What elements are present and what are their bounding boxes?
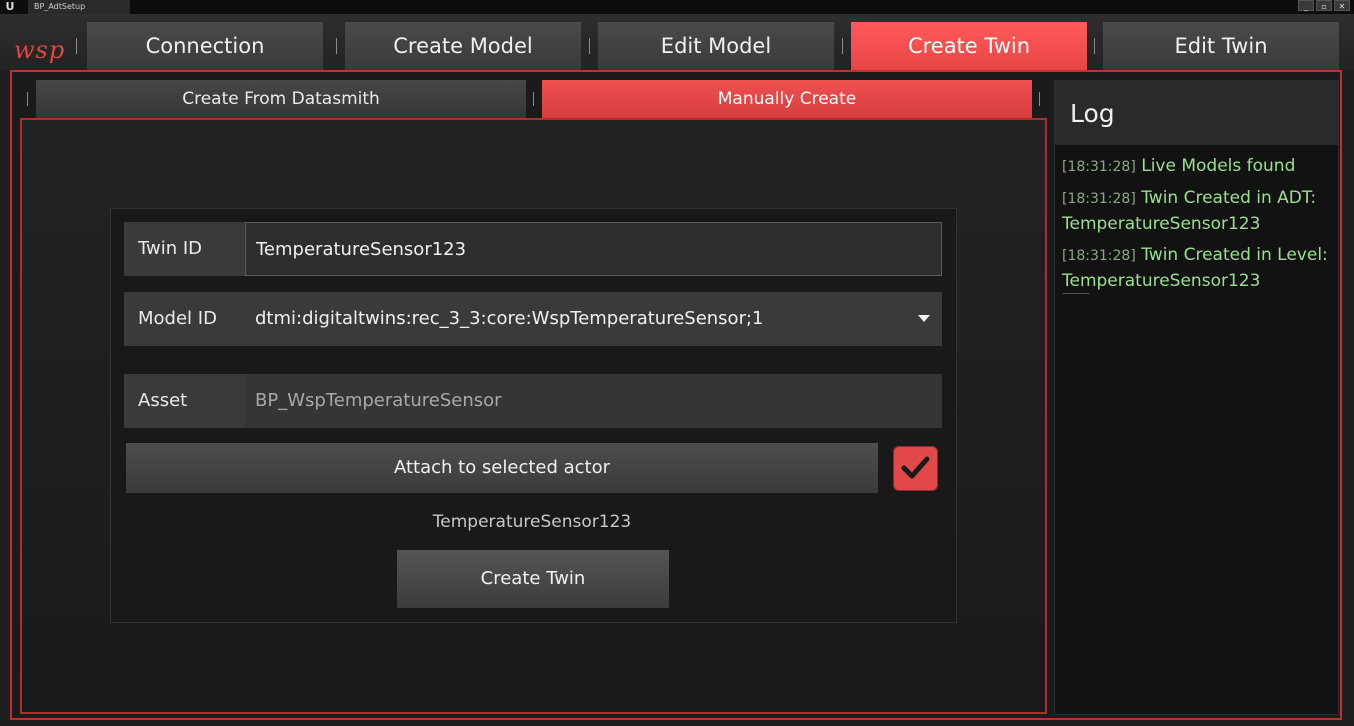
window-titlebar: U BP_AdtSetup _ ▫ ✕ (0, 0, 1354, 14)
log-entry: [18:31:28] Twin Created in ADT: Temperat… (1062, 186, 1334, 237)
checkmark-icon (901, 456, 930, 479)
model-id-selected-value: dtmi:digitaltwins:rec_3_3:core:WspTemper… (255, 308, 764, 329)
log-header: Log (1055, 81, 1338, 145)
asset-value: BP_WspTemperatureSensor (245, 374, 942, 428)
create-twin-button[interactable]: Create Twin (397, 550, 669, 608)
window-controls: _ ▫ ✕ (1298, 0, 1350, 12)
minimize-button[interactable]: _ (1298, 0, 1314, 11)
log-entry-time: [18:31:28] (1062, 159, 1136, 175)
asset-label: Asset (124, 374, 245, 428)
window-tab[interactable]: BP_AdtSetup (28, 0, 130, 14)
twin-id-row: Twin ID TemperatureSensor123 (124, 222, 942, 276)
subtab-separator (27, 92, 28, 106)
main-tab-bar: wsp Connection Create Model Edit Model C… (0, 14, 1354, 70)
tab-separator (336, 38, 337, 54)
tab-connection[interactable]: Connection (87, 22, 323, 70)
log-entry-time: [18:31:28] (1062, 248, 1136, 264)
close-button[interactable]: ✕ (1334, 0, 1350, 11)
log-panel: Log [18:31:28] Live Models found [18:31:… (1054, 80, 1339, 715)
model-id-label: Model ID (124, 292, 245, 346)
chevron-down-icon (918, 315, 930, 322)
log-title: Log (1070, 99, 1115, 128)
log-entry-message: Live Models found (1141, 156, 1296, 176)
subtab-separator (533, 92, 534, 106)
attach-checkbox[interactable] (893, 446, 938, 491)
twin-id-input[interactable]: TemperatureSensor123 (245, 222, 942, 276)
wsp-logo: wsp (14, 36, 66, 64)
log-entries[interactable]: [18:31:28] Live Models found [18:31:28] … (1062, 154, 1334, 300)
model-id-dropdown[interactable]: dtmi:digitaltwins:rec_3_3:core:WspTemper… (245, 292, 942, 346)
tab-separator (76, 38, 77, 54)
tab-separator (1094, 38, 1095, 54)
model-id-row: Model ID dtmi:digitaltwins:rec_3_3:core:… (124, 292, 942, 346)
tab-separator (589, 38, 590, 54)
log-entry: [18:31:28] Live Models found (1062, 154, 1334, 180)
log-entry-time: [18:31:28] (1062, 191, 1136, 207)
subtab-create-from-datasmith[interactable]: Create From Datasmith (36, 80, 526, 118)
unreal-logo-icon: U (5, 0, 15, 13)
tab-separator (842, 38, 843, 54)
tab-create-twin[interactable]: Create Twin (851, 22, 1087, 70)
tab-edit-model[interactable]: Edit Model (598, 22, 834, 70)
log-entry: [18:31:28] Twin Created in Level: Temper… (1062, 243, 1334, 294)
subtab-manually-create[interactable]: Manually Create (542, 80, 1032, 118)
selected-actor-name: TemperatureSensor123 (432, 512, 632, 532)
maximize-button[interactable]: ▫ (1316, 0, 1332, 11)
twin-id-label: Twin ID (124, 222, 245, 276)
tab-edit-twin[interactable]: Edit Twin (1103, 22, 1339, 70)
attach-to-selected-actor-button[interactable]: Attach to selected actor (126, 443, 878, 493)
tab-create-model[interactable]: Create Model (345, 22, 581, 70)
asset-row: Asset BP_WspTemperatureSensor (124, 374, 942, 428)
log-scrollbar[interactable] (1063, 293, 1089, 294)
subtab-separator (1039, 92, 1040, 106)
